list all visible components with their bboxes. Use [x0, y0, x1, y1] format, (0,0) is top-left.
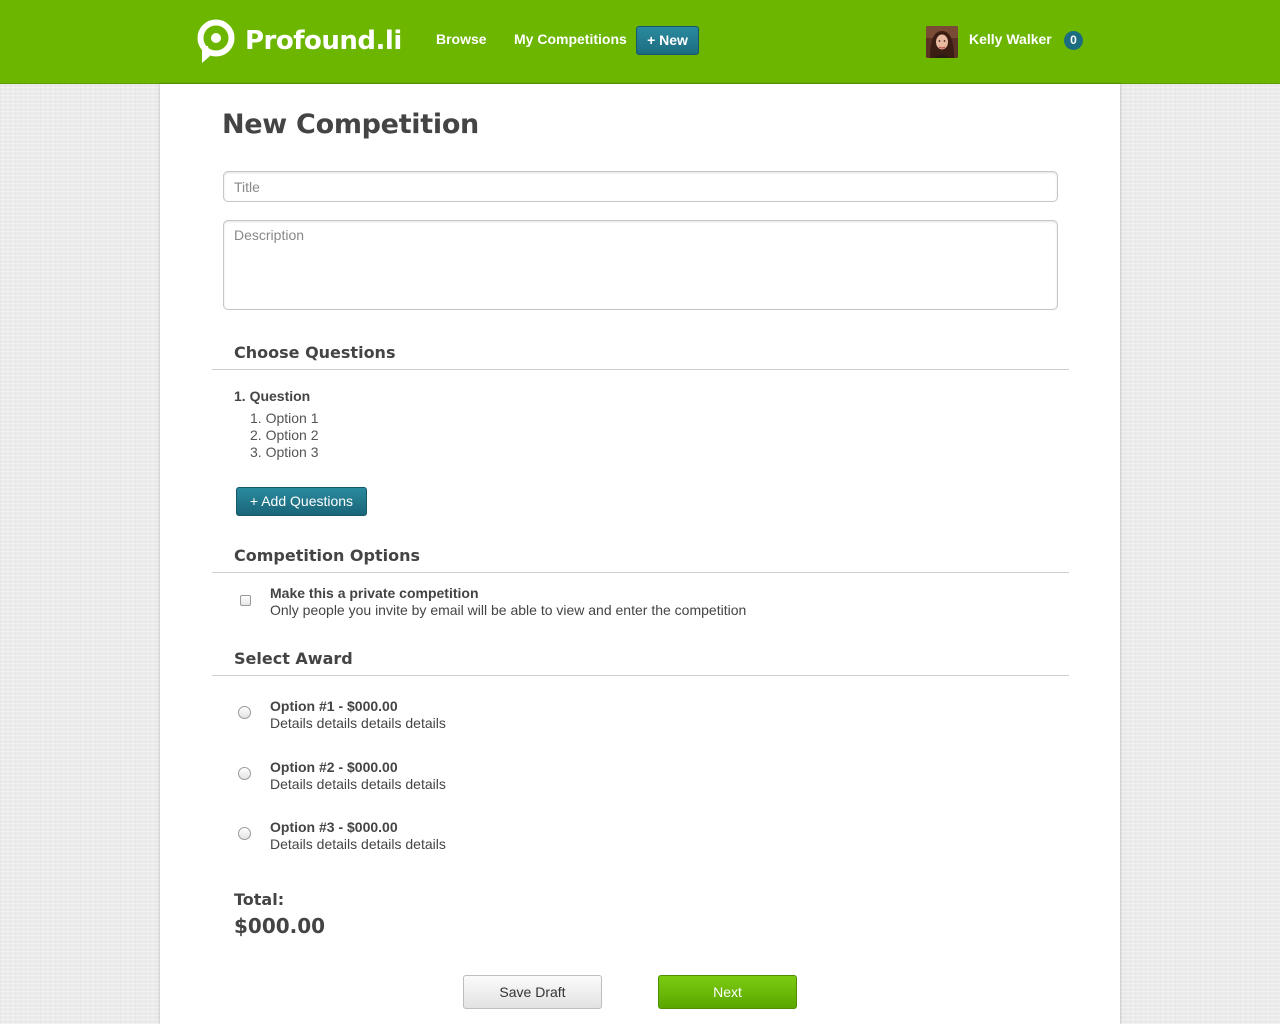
nav-my-competitions-link[interactable]: My Competitions	[514, 31, 627, 47]
section-divider	[212, 369, 1069, 370]
notification-count-badge[interactable]: 0	[1064, 31, 1083, 50]
award-option-1-radio[interactable]	[238, 706, 251, 719]
award-option-2-radio[interactable]	[238, 767, 251, 780]
award-option-1-title: Option #1 - $000.00	[270, 698, 398, 714]
section-divider	[212, 572, 1069, 573]
award-option-3-radio[interactable]	[238, 827, 251, 840]
total-label: Total:	[234, 890, 285, 909]
new-competition-button[interactable]: + New	[636, 26, 699, 55]
avatar-portrait-icon	[926, 26, 958, 58]
private-competition-checkbox[interactable]	[240, 595, 251, 606]
competition-options-heading: Competition Options	[234, 546, 421, 565]
select-award-heading: Select Award	[234, 649, 353, 668]
profound-logo-icon	[197, 19, 235, 63]
private-competition-label: Make this a private competition	[270, 585, 479, 601]
section-divider	[212, 675, 1069, 676]
page-title: New Competition	[222, 109, 479, 140]
main-content-panel: New Competition Choose Questions 1. Ques…	[160, 84, 1120, 1024]
award-option-2-details: Details details details details	[270, 776, 446, 792]
award-option-2-title: Option #2 - $000.00	[270, 759, 398, 775]
nav-browse-link[interactable]: Browse	[436, 31, 487, 47]
award-option-1-details: Details details details details	[270, 715, 446, 731]
total-value: $000.00	[234, 914, 326, 938]
question-option: 1. Option 1	[250, 410, 319, 426]
save-draft-button[interactable]: Save Draft	[463, 975, 602, 1009]
next-button[interactable]: Next	[658, 975, 797, 1009]
choose-questions-heading: Choose Questions	[234, 343, 396, 362]
question-option: 2. Option 2	[250, 427, 319, 443]
logo[interactable]: Profound.li	[193, 18, 402, 64]
user-name[interactable]: Kelly Walker	[969, 31, 1052, 47]
top-navigation-bar: Profound.li Browse My Competitions + New…	[0, 0, 1280, 84]
question-option: 3. Option 3	[250, 444, 319, 460]
logo-text: Profound.li	[245, 26, 402, 56]
award-option-3-title: Option #3 - $000.00	[270, 819, 398, 835]
add-questions-button[interactable]: + Add Questions	[236, 487, 367, 516]
question-label: 1. Question	[234, 388, 311, 404]
award-option-3-details: Details details details details	[270, 836, 446, 852]
user-avatar[interactable]	[926, 26, 958, 58]
private-competition-description: Only people you invite by email will be …	[270, 602, 747, 618]
description-textarea[interactable]	[223, 220, 1058, 310]
question-option-list: 1. Option 1 2. Option 2 3. Option 3	[250, 410, 319, 461]
title-input[interactable]	[223, 171, 1058, 202]
